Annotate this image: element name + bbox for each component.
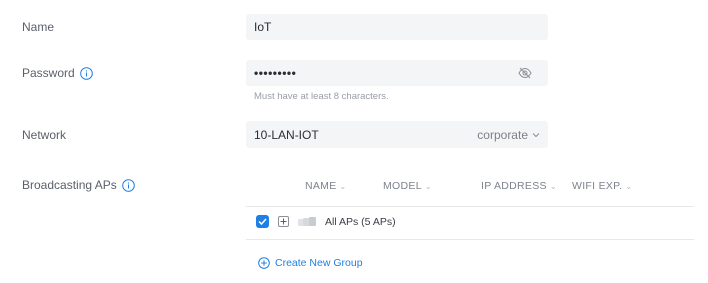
info-icon[interactable]: [79, 66, 93, 80]
sort-caret-icon: ⌄: [424, 181, 432, 191]
sort-caret-icon: ⌄: [549, 181, 557, 191]
table-header-divider: [246, 206, 694, 207]
create-group-link[interactable]: Create New Group: [258, 257, 363, 269]
password-hint: Must have at least 8 characters.: [254, 91, 389, 102]
eye-slash-icon[interactable]: [518, 67, 532, 79]
column-header-wifi-text: WIFI EXP.: [572, 180, 623, 192]
chevron-down-icon: [532, 132, 540, 137]
network-tag: corporate: [477, 128, 540, 142]
network-label: Network: [22, 128, 66, 142]
name-label-text: Name: [22, 20, 55, 34]
column-header-model-text: MODEL: [383, 180, 422, 192]
table-row[interactable]: All APs (5 APs): [256, 215, 396, 228]
network-label-text: Network: [22, 128, 67, 142]
column-header-ip-text: IP ADDRESS: [481, 180, 547, 192]
network-tag-text: corporate: [477, 127, 528, 142]
password-input-value: •••••••••: [254, 66, 297, 80]
column-header-model[interactable]: MODEL ⌄: [383, 180, 432, 192]
network-select[interactable]: 10-LAN-IOT corporate: [246, 121, 548, 148]
password-label: Password: [22, 66, 93, 80]
broadcasting-label-text: Broadcasting APs: [22, 178, 117, 192]
create-group-link-text: Create New Group: [275, 257, 363, 269]
column-header-ip[interactable]: IP ADDRESS ⌄: [481, 180, 557, 192]
table-row-divider: [246, 239, 694, 240]
column-header-name[interactable]: NAME ⌄: [305, 180, 347, 192]
broadcasting-label: Broadcasting APs: [22, 178, 135, 192]
sort-caret-icon: ⌄: [625, 181, 633, 191]
expand-icon[interactable]: [278, 216, 289, 227]
name-label: Name: [22, 20, 54, 34]
name-input-value: IoT: [254, 20, 272, 34]
password-input[interactable]: •••••••••: [246, 60, 548, 86]
ap-group-icon: [298, 216, 316, 227]
name-input[interactable]: IoT: [246, 14, 548, 40]
row-checkbox[interactable]: [256, 215, 269, 228]
network-select-value: 10-LAN-IOT: [254, 127, 319, 142]
column-header-wifi[interactable]: WIFI EXP. ⌄: [572, 180, 632, 192]
password-label-text: Password: [22, 66, 75, 80]
check-icon: [258, 218, 267, 225]
add-circle-icon: [258, 257, 270, 269]
sort-caret-icon: ⌄: [339, 181, 347, 191]
row-label: All APs (5 APs): [325, 215, 396, 228]
info-icon[interactable]: [121, 178, 135, 192]
column-header-name-text: NAME: [305, 180, 337, 192]
